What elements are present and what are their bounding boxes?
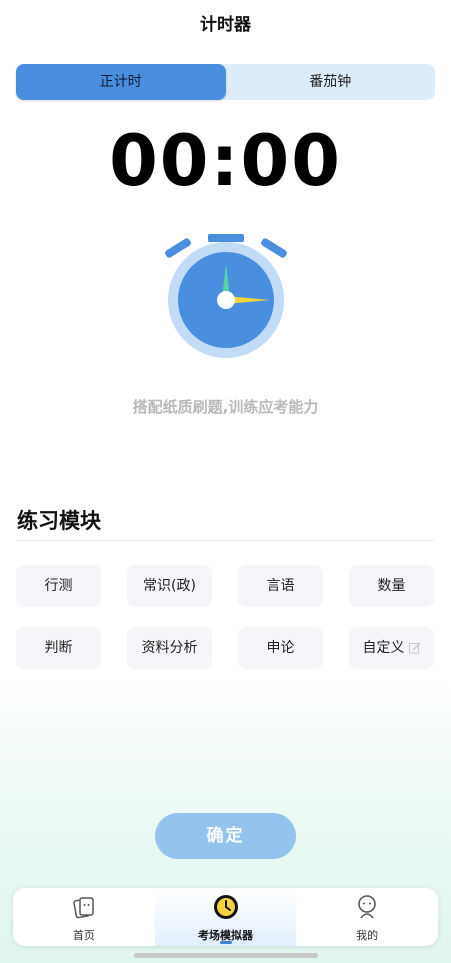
module-changshi[interactable]: 常识(政) — [127, 565, 212, 607]
stopwatch-icon — [165, 234, 287, 358]
home-indicator — [134, 953, 318, 958]
tab-home[interactable]: 首页 — [13, 888, 155, 946]
divider — [16, 540, 435, 541]
page-title: 计时器 — [200, 15, 251, 35]
active-tab-indicator — [219, 941, 232, 944]
module-xingce[interactable]: 行测 — [16, 565, 101, 607]
module-grid: 行测 常识(政) 言语 数量 判断 资料分析 申论 自定义 — [16, 565, 436, 669]
hint-text: 搭配纸质刷题,训练应考能力 — [132, 398, 319, 416]
clock-icon — [213, 895, 238, 919]
tab-pomodoro[interactable]: 番茄钟 — [226, 64, 436, 100]
section-title: 练习模块 — [17, 509, 101, 533]
module-panduan[interactable]: 判断 — [16, 627, 101, 669]
tab-profile[interactable]: 我的 — [296, 888, 438, 946]
module-shenlun[interactable]: 申论 — [238, 627, 323, 669]
module-custom-label: 自定义 — [362, 640, 405, 656]
profile-icon — [358, 895, 376, 919]
mode-segmented-control: 正计时 番茄钟 — [16, 64, 435, 100]
home-cards-icon — [73, 897, 94, 919]
tab-count-up[interactable]: 正计时 — [16, 64, 226, 100]
edit-icon — [408, 642, 420, 654]
bottom-tab-bar: 首页 考场模拟器 我的 — [13, 888, 438, 946]
tab-profile-label: 我的 — [356, 929, 379, 942]
module-shuliang[interactable]: 数量 — [349, 565, 434, 607]
module-custom[interactable]: 自定义 — [349, 627, 434, 669]
module-yanyu[interactable]: 言语 — [238, 565, 323, 607]
tab-home-label: 首页 — [72, 929, 95, 942]
tab-exam-simulator[interactable]: 考场模拟器 — [154, 888, 297, 946]
timer-display: 00:00 — [109, 120, 342, 202]
confirm-button[interactable]: 确定 — [155, 813, 296, 859]
module-ziliao[interactable]: 资料分析 — [127, 627, 212, 669]
